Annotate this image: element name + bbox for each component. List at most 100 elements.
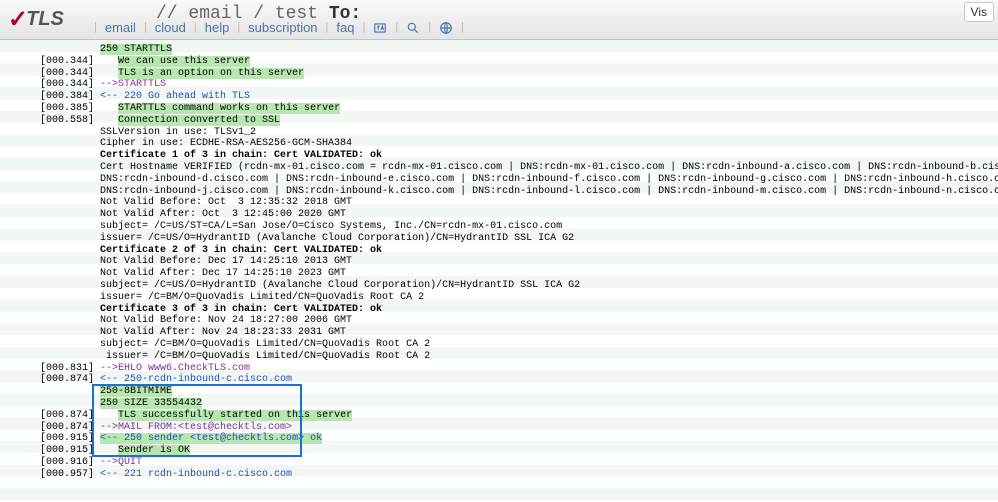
log-line: subject= /C=US/O=HydrantID (Avalanche Cl… [40, 280, 998, 292]
log-message: 250 STARTTLS [100, 44, 172, 55]
log-message: DNS:rcdn-inbound-j.cisco.com | DNS:rcdn-… [100, 186, 998, 197]
log-line: [000.874] TLS successfully started on th… [40, 410, 998, 422]
log-message: TLS is an option on this server [118, 68, 304, 79]
log-line: [000.344] -->STARTTLS [40, 79, 998, 91]
log-line: 250 STARTTLS [40, 44, 998, 56]
log-message: SSLVersion in use: TLSv1_2 [100, 127, 256, 138]
nav-cloud[interactable]: cloud [155, 20, 186, 35]
log-line: [000.915] Sender is OK [40, 445, 998, 457]
log-message: Certificate 1 of 3 in chain: Cert VALIDA… [100, 150, 382, 161]
log-message: Cert Hostname VERIFIED (rcdn-mx-01.cisco… [100, 162, 998, 173]
log-message: Not Valid After: Nov 24 18:23:33 2031 GM… [100, 327, 346, 338]
log-message: We can use this server [118, 56, 250, 67]
log-line: 250 SIZE 33554432 [40, 398, 998, 410]
log-message: Connection converted to SSL [118, 115, 280, 126]
log-line: [000.831] -->EHLO www6.CheckTLS.com [40, 363, 998, 375]
log-message: Not Valid After: Oct 3 12:45:00 2020 GMT [100, 209, 346, 220]
log-message: DNS:rcdn-inbound-d.cisco.com | DNS:rcdn-… [100, 174, 998, 185]
log-timestamp: [000.344] [40, 68, 94, 79]
log-message: issuer= /C=US/O=HydrantID (Avalanche Clo… [100, 233, 574, 244]
log-line: [000.957] <-- 221 rcdn-inbound-c.cisco.c… [40, 469, 998, 481]
log-message: Not Valid Before: Dec 17 14:25:10 2013 G… [100, 256, 352, 267]
log-line: 250-8BITMIME [40, 386, 998, 398]
log-line: Not Valid Before: Nov 24 18:27:00 2006 G… [40, 315, 998, 327]
log-message: 250-8BITMIME [100, 386, 172, 397]
log-message: subject= /C=US/O=HydrantID (Avalanche Cl… [100, 280, 580, 291]
log-line: subject= /C=US/ST=CA/L=San Jose/O=Cisco … [40, 221, 998, 233]
log-timestamp: [000.384] [40, 91, 94, 102]
log-line: Certificate 1 of 3 in chain: Cert VALIDA… [40, 150, 998, 162]
log-message: Certificate 2 of 3 in chain: Cert VALIDA… [100, 245, 382, 256]
top-bar: ✓TLS // email / test To: | email | cloud… [0, 0, 998, 40]
log-message: 250 SIZE 33554432 [100, 398, 202, 409]
main-nav: | email | cloud | help | subscription | … [86, 19, 472, 35]
log-line: [000.385] STARTTLS command works on this… [40, 103, 998, 115]
log-timestamp: [000.874] [40, 410, 94, 421]
log-line: DNS:rcdn-inbound-j.cisco.com | DNS:rcdn-… [40, 186, 998, 198]
log-message: <-- 220 Go ahead with TLS [100, 91, 250, 102]
log-message: TLS successfully started on this server [118, 410, 352, 421]
logo-text: TLS [26, 8, 64, 31]
log-line: Certificate 2 of 3 in chain: Cert VALIDA… [40, 245, 998, 257]
log-line: DNS:rcdn-inbound-d.cisco.com | DNS:rcdn-… [40, 174, 998, 186]
logo[interactable]: ✓TLS [8, 5, 64, 34]
log-message: <-- 250 sender <test@checktls.com> ok [100, 433, 322, 444]
nav-email[interactable]: email [105, 20, 136, 35]
log-timestamp: [000.916] [40, 457, 94, 468]
nav-help[interactable]: help [205, 20, 230, 35]
nav-faq[interactable]: faq [336, 20, 354, 35]
log-message: subject= /C=BM/O=QuoVadis Limited/CN=Quo… [100, 339, 430, 350]
log-line: [000.874] <-- 250-rcdn-inbound-c.cisco.c… [40, 374, 998, 386]
log-line: SSLVersion in use: TLSv1_2 [40, 127, 998, 139]
log-timestamp: [000.344] [40, 56, 94, 67]
search-icon[interactable] [406, 19, 420, 35]
log-message: STARTTLS command works on this server [118, 103, 340, 114]
log-line: Not Valid After: Dec 17 14:25:10 2023 GM… [40, 268, 998, 280]
log-message: Certificate 3 of 3 in chain: Cert VALIDA… [100, 304, 382, 315]
log-timestamp: [000.957] [40, 469, 94, 480]
log-message: Not Valid Before: Oct 3 12:35:32 2018 GM… [100, 197, 352, 208]
log-line: issuer= /C=US/O=HydrantID (Avalanche Clo… [40, 233, 998, 245]
log-timestamp: [000.831] [40, 363, 94, 374]
log-line: Not Valid Before: Oct 3 12:35:32 2018 GM… [40, 197, 998, 209]
log-line: [000.558] Connection converted to SSL [40, 115, 998, 127]
log-message: issuer= /C=BM/O=QuoVadis Limited/CN=QuoV… [100, 351, 430, 362]
log-message: -->QUIT [100, 457, 142, 468]
log-message: <-- 221 rcdn-inbound-c.cisco.com [100, 469, 292, 480]
log-line: Cipher in use: ECDHE-RSA-AES256-GCM-SHA3… [40, 138, 998, 150]
vis-tab[interactable]: Vis [964, 2, 994, 22]
log-message: Sender is OK [118, 445, 190, 456]
log-timestamp: [000.874] [40, 422, 94, 433]
log-message: -->MAIL FROM:<test@checktls.com> [100, 422, 292, 433]
translate-icon[interactable] [373, 19, 387, 35]
log-message: Cipher in use: ECDHE-RSA-AES256-GCM-SHA3… [100, 138, 352, 149]
log-message: -->EHLO www6.CheckTLS.com [100, 363, 250, 374]
log-message: -->STARTTLS [100, 79, 166, 90]
log-line: [000.344] TLS is an option on this serve… [40, 68, 998, 80]
log-line: [000.384] <-- 220 Go ahead with TLS [40, 91, 998, 103]
log-line: [000.916] -->QUIT [40, 457, 998, 469]
log-message: Not Valid After: Dec 17 14:25:10 2023 GM… [100, 268, 346, 279]
log-timestamp: [000.385] [40, 103, 94, 114]
log-line: [000.874] -->MAIL FROM:<test@checktls.co… [40, 422, 998, 434]
log-message: subject= /C=US/ST=CA/L=San Jose/O=Cisco … [100, 221, 562, 232]
log-timestamp: [000.558] [40, 115, 94, 126]
log-timestamp: [000.915] [40, 433, 94, 444]
log-timestamp: [000.915] [40, 445, 94, 456]
log-message: Not Valid Before: Nov 24 18:27:00 2006 G… [100, 315, 352, 326]
log-line: issuer= /C=BM/O=QuoVadis Limited/CN=QuoV… [40, 292, 998, 304]
globe-icon[interactable] [439, 19, 453, 35]
nav-subscription[interactable]: subscription [248, 20, 317, 35]
log-line: Not Valid Before: Dec 17 14:25:10 2013 G… [40, 256, 998, 268]
log-timestamp: [000.874] [40, 374, 94, 385]
log-line: Not Valid After: Oct 3 12:45:00 2020 GMT [40, 209, 998, 221]
log-output: 250 STARTTLS[000.344] We can use this se… [0, 40, 998, 500]
log-timestamp: [000.344] [40, 79, 94, 90]
log-message: <-- 250-rcdn-inbound-c.cisco.com [100, 374, 292, 385]
log-line: [000.915] <-- 250 sender <test@checktls.… [40, 433, 998, 445]
check-icon: ✓ [8, 5, 28, 34]
log-line: Not Valid After: Nov 24 18:23:33 2031 GM… [40, 327, 998, 339]
log-line: [000.344] We can use this server [40, 56, 998, 68]
log-line: issuer= /C=BM/O=QuoVadis Limited/CN=QuoV… [40, 351, 998, 363]
log-line: subject= /C=BM/O=QuoVadis Limited/CN=Quo… [40, 339, 998, 351]
